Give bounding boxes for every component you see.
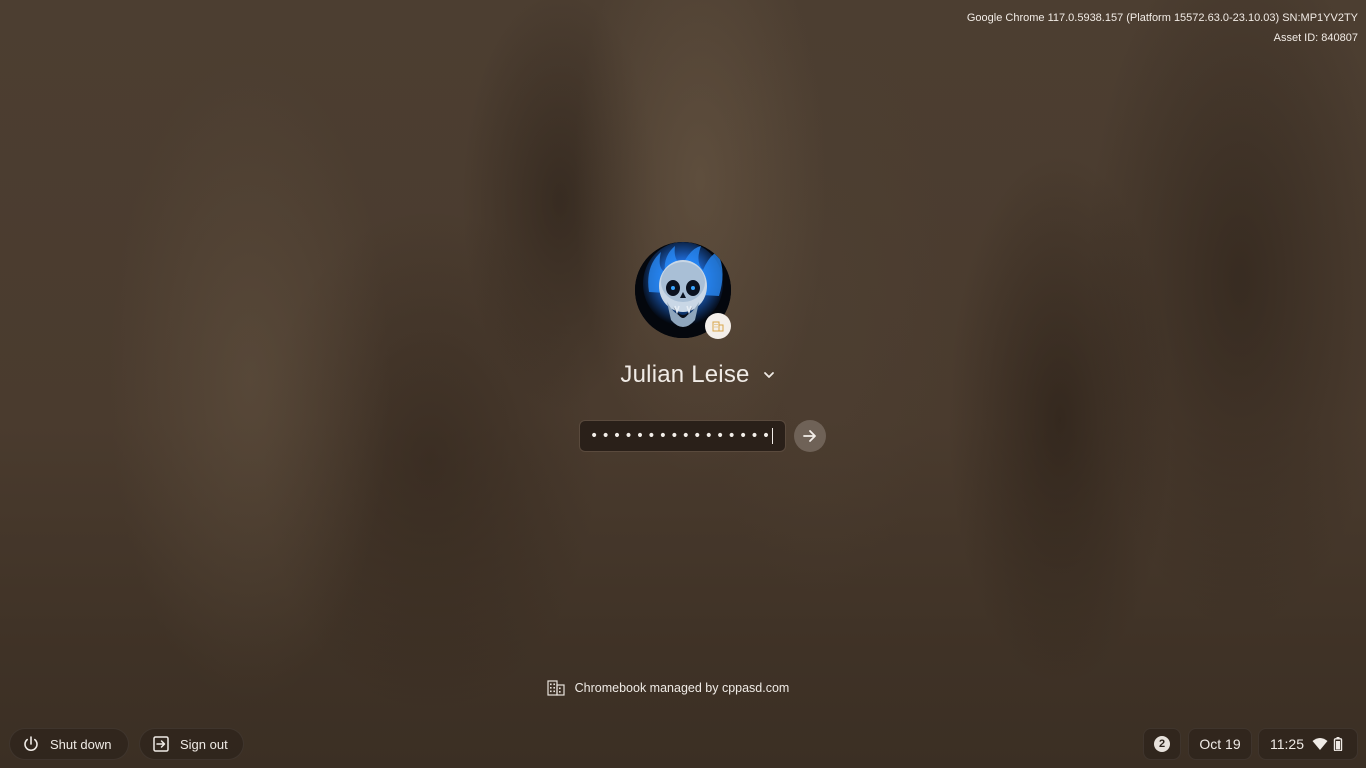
login-screen: Google Chrome 117.0.5938.157 (Platform 1… bbox=[0, 0, 1366, 768]
wifi-icon bbox=[1312, 738, 1328, 750]
date-tray-button[interactable]: Oct 19 bbox=[1188, 728, 1252, 760]
user-menu-button[interactable] bbox=[756, 362, 782, 388]
submit-password-button[interactable] bbox=[794, 420, 826, 452]
password-field[interactable]: •••••••••••••••• bbox=[579, 420, 786, 452]
system-info: Google Chrome 117.0.5938.157 (Platform 1… bbox=[967, 8, 1358, 48]
asset-id: Asset ID: 840807 bbox=[1273, 32, 1358, 44]
password-value: •••••••••••••••• bbox=[590, 428, 774, 444]
user-name: Julian Leise bbox=[620, 361, 750, 388]
chevron-down-icon bbox=[763, 372, 774, 378]
battery-icon bbox=[1333, 737, 1343, 751]
notification-count: 2 bbox=[1154, 736, 1170, 752]
version-info: Google Chrome 117.0.5938.157 (Platform 1… bbox=[966, 12, 1358, 24]
shutdown-label: Shut down bbox=[50, 736, 112, 752]
power-icon bbox=[24, 736, 38, 751]
sign-out-icon bbox=[153, 736, 169, 752]
arrow-right-icon bbox=[803, 430, 816, 442]
enterprise-badge-icon bbox=[712, 321, 724, 332]
building-icon bbox=[547, 680, 565, 696]
user-avatar-container bbox=[635, 242, 731, 339]
managed-device-notice: Chromebook managed by cppasd.com bbox=[0, 680, 1366, 696]
signout-label: Sign out bbox=[180, 736, 228, 752]
time-text: 11:25 bbox=[1270, 736, 1304, 752]
status-tray-button[interactable]: 11:25 bbox=[1258, 728, 1358, 760]
notification-tray-button[interactable]: 2 bbox=[1143, 728, 1181, 760]
signout-button[interactable]: Sign out bbox=[139, 728, 244, 760]
text-caret bbox=[772, 428, 774, 444]
enterprise-badge bbox=[705, 313, 731, 339]
user-name-row: Julian Leise bbox=[0, 361, 1366, 389]
managed-text: Chromebook managed by cppasd.com bbox=[574, 681, 790, 695]
shutdown-button[interactable]: Shut down bbox=[9, 728, 129, 760]
date-text: Oct 19 bbox=[1199, 736, 1241, 752]
